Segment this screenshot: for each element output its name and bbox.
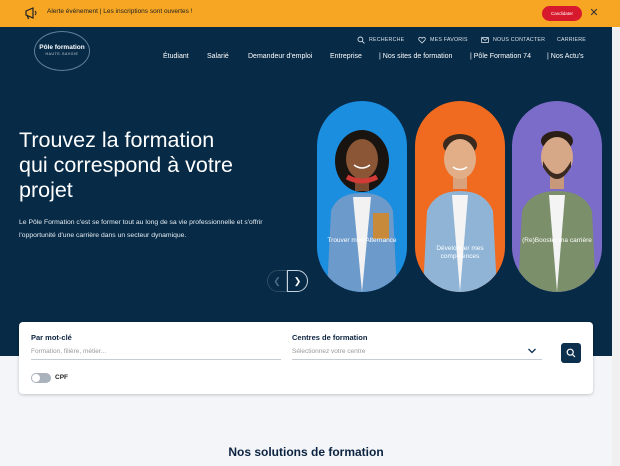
nav-sites[interactable]: | Nos sites de formation: [379, 53, 452, 60]
centre-select[interactable]: [292, 344, 542, 360]
cpf-toggle[interactable]: [31, 373, 51, 383]
person-photo-man: [423, 134, 497, 292]
hero-title-line: qui correspond à votre: [19, 153, 233, 177]
card-carriere[interactable]: (Re)Booster ma carrière: [512, 101, 602, 292]
cpf-label: CPF: [55, 374, 68, 381]
nav-company[interactable]: Entreprise: [330, 53, 362, 60]
chevron-down-icon[interactable]: [527, 346, 537, 356]
search-submit-button[interactable]: [561, 343, 581, 363]
nav-student[interactable]: Étudiant: [163, 53, 189, 60]
nav-employee[interactable]: Salarié: [207, 53, 229, 60]
scrollbar[interactable]: [612, 27, 620, 466]
card-competences[interactable]: Développer mes compétences: [415, 101, 505, 292]
carousel-prev-button[interactable]: ❮: [267, 270, 287, 292]
keyword-input[interactable]: [31, 344, 281, 360]
utility-career[interactable]: CARRIERE: [557, 35, 586, 45]
alert-bar: Alerte événement | Les inscriptions sont…: [0, 0, 620, 27]
heart-icon: [418, 36, 426, 44]
utility-contact[interactable]: NOUS CONTACTER: [481, 35, 545, 45]
close-alert-icon[interactable]: ✕: [588, 6, 600, 20]
mail-icon: [481, 37, 489, 43]
hero-title-line: Trouvez la formation: [19, 128, 215, 152]
person-photo-man: [518, 131, 596, 292]
site-logo[interactable]: Pôle formation HAUTE-SAVOIE: [30, 31, 94, 71]
keyword-label: Par mot-clé: [31, 333, 72, 342]
nav-jobseeker[interactable]: Demandeur d'emploi: [248, 53, 312, 60]
search-panel: Par mot-clé Centres de formation CPF: [19, 322, 593, 394]
toggle-knob: [32, 374, 40, 382]
nav-news[interactable]: | Nos Actu's: [547, 53, 584, 60]
nav-pole-74[interactable]: | Pôle Formation 74: [470, 53, 531, 60]
utility-favorites[interactable]: MES FAVORIS: [418, 35, 468, 45]
hero-description: Le Pôle Formation c'est se former tout a…: [19, 219, 263, 239]
hero-section: Pôle formation HAUTE-SAVOIE RECHERCHE ME…: [0, 27, 612, 356]
logo-ring: [34, 31, 90, 71]
utility-career-label: CARRIERE: [557, 37, 586, 43]
utility-favorites-label: MES FAVORIS: [430, 37, 468, 43]
card-competences-label: Développer mes compétences: [436, 245, 484, 260]
logo-name: Pôle formation: [39, 44, 85, 51]
utility-search-label: RECHERCHE: [369, 37, 405, 43]
hero-title-line: projet: [19, 178, 73, 202]
megaphone-icon: [25, 7, 37, 20]
search-icon: [357, 36, 365, 44]
centre-label: Centres de formation: [292, 333, 368, 342]
hero-title: Trouvez la formation qui correspond à vo…: [19, 128, 233, 203]
person-photo-woman: [327, 130, 397, 292]
utility-contact-label: NOUS CONTACTER: [493, 37, 546, 43]
search-icon: [566, 348, 576, 358]
utility-search[interactable]: RECHERCHE: [357, 35, 404, 45]
solutions-heading: Nos solutions de formation: [228, 445, 384, 459]
apply-button[interactable]: Candidater: [542, 6, 582, 21]
card-alternance-label: Trouver mon Alternance: [327, 237, 397, 244]
logo-subtitle: HAUTE-SAVOIE: [45, 52, 79, 56]
alert-text: Alerte événement | Les inscriptions sont…: [47, 8, 193, 15]
card-alternance[interactable]: Trouver mon Alternance: [317, 101, 407, 292]
carousel-next-button[interactable]: ❯: [287, 270, 308, 292]
card-carriere-label: (Re)Booster ma carrière: [522, 237, 592, 244]
